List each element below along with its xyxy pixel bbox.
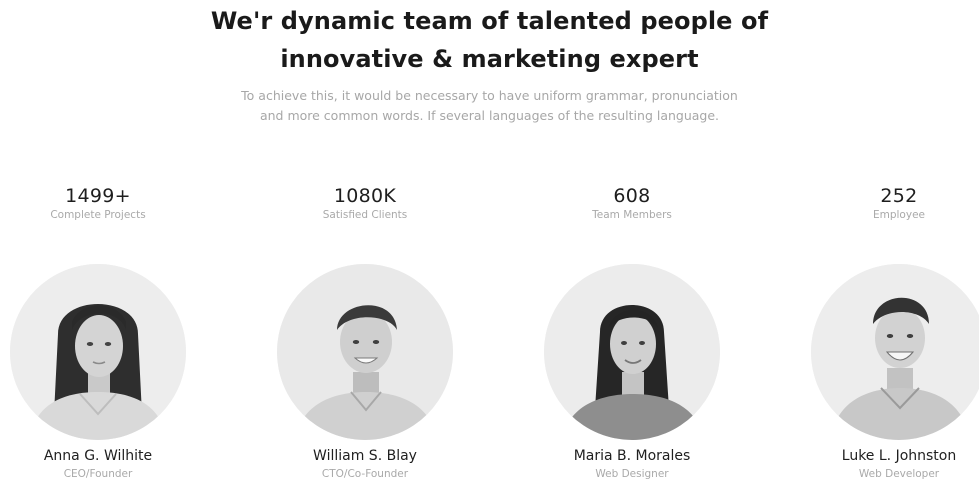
stat-team-members: 608 Team Members bbox=[532, 184, 732, 222]
avatar-photo bbox=[277, 264, 453, 440]
member-name: Anna G. Wilhite bbox=[43, 448, 153, 464]
stat-complete-projects: 1499+ Complete Projects bbox=[0, 184, 198, 222]
section-title-line-2: innovative & marketing expert bbox=[280, 45, 699, 73]
section-subtitle: To achieve this, it would be necessary t… bbox=[0, 86, 979, 126]
stat-value: 252 bbox=[880, 185, 918, 207]
section-title-line-1: We'r dynamic team of talented people of bbox=[210, 7, 769, 35]
section-subtitle-line-2: and more common words. If several langua… bbox=[259, 108, 720, 123]
stat-value: 608 bbox=[613, 185, 651, 207]
person-portrait-icon bbox=[811, 264, 979, 440]
section-subtitle-line-1: To achieve this, it would be necessary t… bbox=[241, 88, 738, 103]
stat-employee: 252 Employee bbox=[799, 184, 979, 222]
team-section: We'r dynamic team of talented people of … bbox=[0, 0, 979, 484]
avatar-photo bbox=[10, 264, 186, 440]
team-member-card[interactable]: William S. Blay CTO/Co-Founder bbox=[255, 264, 475, 481]
member-name: Luke L. Johnston bbox=[841, 448, 957, 464]
member-name: Maria B. Morales bbox=[573, 448, 691, 464]
team-member-card[interactable]: Maria B. Morales Web Designer bbox=[522, 264, 742, 481]
member-role: CTO/Co-Founder bbox=[321, 468, 409, 480]
stat-satisfied-clients: 1080K Satisfied Clients bbox=[265, 184, 465, 222]
member-role: Web Developer bbox=[858, 468, 940, 480]
team-member-card[interactable]: Anna G. Wilhite CEO/Founder bbox=[0, 264, 208, 481]
member-role: CEO/Founder bbox=[63, 468, 133, 480]
team-member-card[interactable]: Luke L. Johnston Web Developer bbox=[789, 264, 979, 481]
person-portrait-icon bbox=[10, 264, 186, 440]
stat-value: 1080K bbox=[333, 185, 397, 207]
stat-label: Complete Projects bbox=[50, 209, 146, 221]
stat-value: 1499+ bbox=[65, 185, 131, 207]
member-role: Web Designer bbox=[595, 468, 669, 480]
person-portrait-icon bbox=[544, 264, 720, 440]
stat-label: Satisfied Clients bbox=[322, 209, 408, 221]
stat-label: Team Members bbox=[592, 209, 672, 221]
avatar-photo bbox=[544, 264, 720, 440]
stat-label: Employee bbox=[872, 209, 925, 221]
person-portrait-icon bbox=[277, 264, 453, 440]
section-title: We'r dynamic team of talented people of … bbox=[0, 2, 979, 78]
avatar-photo bbox=[811, 264, 979, 440]
member-name: William S. Blay bbox=[313, 448, 417, 464]
